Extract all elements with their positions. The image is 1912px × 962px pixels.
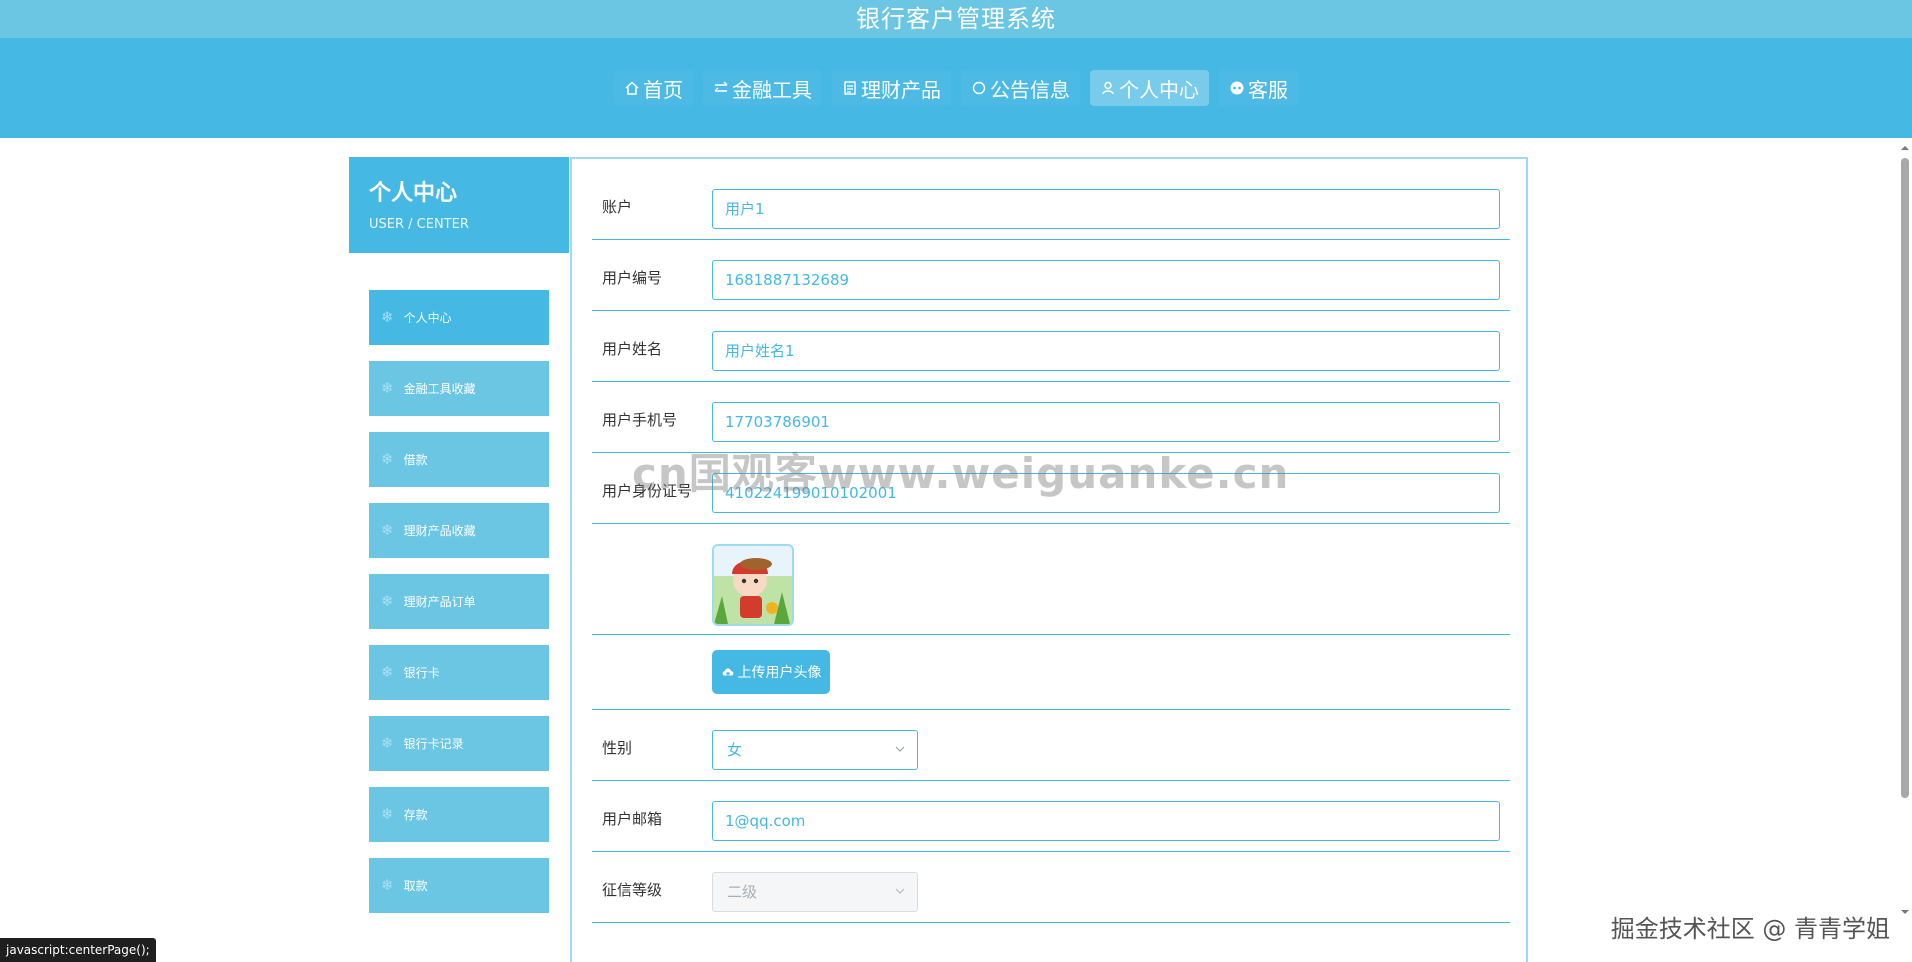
sidebar-item-product-orders[interactable]: ❄ 理财产品订单 — [369, 574, 549, 629]
sidebar-header: 个人中心 USER / CENTER — [349, 157, 569, 253]
form-row-credit: 征信等级 二级 — [592, 852, 1510, 923]
sidebar-item-product-favorites[interactable]: ❄ 理财产品收藏 — [369, 503, 549, 558]
account-input[interactable]: 用户1 — [712, 189, 1500, 229]
home-icon — [625, 81, 639, 95]
user-name-input[interactable]: 用户姓名1 — [712, 331, 1500, 371]
snowflake-icon: ❄ — [381, 450, 394, 468]
nav-item-customer-service[interactable]: 客服 — [1219, 70, 1298, 106]
snowflake-icon: ❄ — [381, 379, 394, 397]
phone-label: 用户手机号 — [602, 411, 678, 429]
sidebar-menu: ❄ 个人中心 ❄ 金融工具收藏 ❄ 借款 ❄ 理财产品收藏 ❄ 理财产品订单 ❄… — [369, 290, 549, 929]
sidebar-item-tool-favorites[interactable]: ❄ 金融工具收藏 — [369, 361, 549, 416]
sidebar-item-withdraw[interactable]: ❄ 取款 — [369, 858, 549, 913]
profile-form: 账户 用户1 用户编号 1681887132689 用户姓名 用户姓名1 用户手… — [570, 157, 1528, 962]
title-bar: 银行客户管理系统 — [0, 0, 1912, 38]
info-circle-icon — [972, 81, 986, 95]
sidebar-item-label: 理财产品收藏 — [403, 524, 476, 538]
page: 银行客户管理系统 首页 金融工具 理财产品 公告信息 个人中心 客服 个人中心 … — [0, 0, 1912, 962]
sidebar-item-personal-center[interactable]: ❄ 个人中心 — [369, 290, 549, 345]
sidebar-item-deposit[interactable]: ❄ 存款 — [369, 787, 549, 842]
gender-label: 性别 — [602, 739, 633, 757]
snowflake-icon: ❄ — [381, 805, 394, 823]
email-label: 用户邮箱 — [602, 810, 663, 828]
sidebar-item-label: 取款 — [403, 879, 428, 893]
nav-item-home[interactable]: 首页 — [614, 70, 693, 106]
form-row-avatar — [592, 524, 1510, 635]
phone-input[interactable]: 17703786901 — [712, 402, 1500, 442]
scroll-down-arrow-icon[interactable] — [1901, 908, 1909, 916]
nav-item-label: 金融工具 — [732, 77, 812, 102]
sidebar-item-label: 银行卡记录 — [403, 737, 464, 751]
nav-item-label: 客服 — [1248, 77, 1288, 102]
snowflake-icon: ❄ — [381, 734, 394, 752]
gender-select[interactable]: 女 — [712, 730, 918, 770]
nav-item-label: 公告信息 — [990, 77, 1070, 102]
sidebar-item-label: 个人中心 — [403, 311, 452, 325]
avatar-image — [714, 546, 792, 624]
form-row-account: 账户 用户1 — [592, 159, 1510, 240]
snowflake-icon: ❄ — [381, 663, 394, 681]
email-input[interactable]: 1@qq.com — [712, 801, 1500, 841]
sidebar-item-label: 借款 — [403, 453, 428, 467]
sidebar-item-label: 银行卡 — [403, 666, 440, 680]
user-no-label: 用户编号 — [602, 269, 663, 287]
snowflake-icon: ❄ — [381, 308, 394, 326]
form-row-upload: 上传用户头像 — [592, 635, 1510, 710]
sidebar-item-loans[interactable]: ❄ 借款 — [369, 432, 549, 487]
chevron-down-icon — [895, 888, 905, 894]
upload-avatar-label: 上传用户头像 — [737, 665, 822, 681]
upload-avatar-button[interactable]: 上传用户头像 — [712, 650, 830, 694]
nav-item-personal-center[interactable]: 个人中心 — [1090, 70, 1209, 106]
user-avatar — [712, 544, 794, 626]
form-row-email: 用户邮箱 1@qq.com — [592, 781, 1510, 852]
user-name-label: 用户姓名 — [602, 340, 663, 358]
snowflake-icon: ❄ — [381, 592, 394, 610]
sidebar-item-card-records[interactable]: ❄ 银行卡记录 — [369, 716, 549, 771]
form-row-user-no: 用户编号 1681887132689 — [592, 240, 1510, 311]
account-label: 账户 — [602, 198, 633, 216]
page-scrollbar[interactable] — [1898, 140, 1912, 930]
center-watermark: cn国观客www.weiguanke.cn — [632, 449, 1290, 498]
credit-level-label: 征信等级 — [602, 881, 663, 899]
sidebar-item-bank-cards[interactable]: ❄ 银行卡 — [369, 645, 549, 700]
app-title: 银行客户管理系统 — [856, 5, 1056, 33]
cloud-upload-icon — [722, 668, 733, 677]
gender-value: 女 — [727, 741, 743, 759]
chevron-down-icon — [895, 746, 905, 752]
nav-item-wealth-products[interactable]: 理财产品 — [832, 70, 951, 106]
sidebar-item-label: 金融工具收藏 — [403, 382, 476, 396]
form-row-user-name: 用户姓名 用户姓名1 — [592, 311, 1510, 382]
user-icon — [1102, 81, 1114, 95]
chat-icon — [1230, 81, 1244, 95]
form-row-gender: 性别 女 — [592, 710, 1510, 781]
corner-watermark: 掘金技术社区 @ 青青学姐 — [1610, 915, 1890, 943]
nav-item-announcements[interactable]: 公告信息 — [961, 70, 1080, 106]
nav-item-label: 个人中心 — [1119, 77, 1199, 102]
nav-item-label: 理财产品 — [861, 77, 941, 102]
scrollbar-thumb[interactable] — [1901, 158, 1909, 798]
sidebar-subtitle: USER / CENTER — [369, 217, 469, 232]
nav-item-financial-tools[interactable]: 金融工具 — [703, 70, 822, 106]
snowflake-icon: ❄ — [381, 876, 394, 894]
credit-level-value: 二级 — [727, 883, 758, 901]
nav-band: 首页 金融工具 理财产品 公告信息 个人中心 客服 — [0, 38, 1912, 138]
sidebar-title: 个人中心 — [369, 181, 458, 206]
snowflake-icon: ❄ — [381, 521, 394, 539]
exchange-icon — [714, 81, 728, 92]
scroll-up-arrow-icon[interactable] — [1901, 144, 1909, 152]
nav-item-label: 首页 — [643, 77, 683, 102]
credit-level-select: 二级 — [712, 872, 918, 912]
document-icon — [844, 81, 856, 95]
main-nav: 首页 金融工具 理财产品 公告信息 个人中心 客服 — [0, 70, 1912, 106]
browser-status-bar: javascript:centerPage(); — [0, 938, 156, 962]
user-no-input[interactable]: 1681887132689 — [712, 260, 1500, 300]
sidebar-item-label: 存款 — [403, 808, 428, 822]
sidebar-item-label: 理财产品订单 — [403, 595, 476, 609]
